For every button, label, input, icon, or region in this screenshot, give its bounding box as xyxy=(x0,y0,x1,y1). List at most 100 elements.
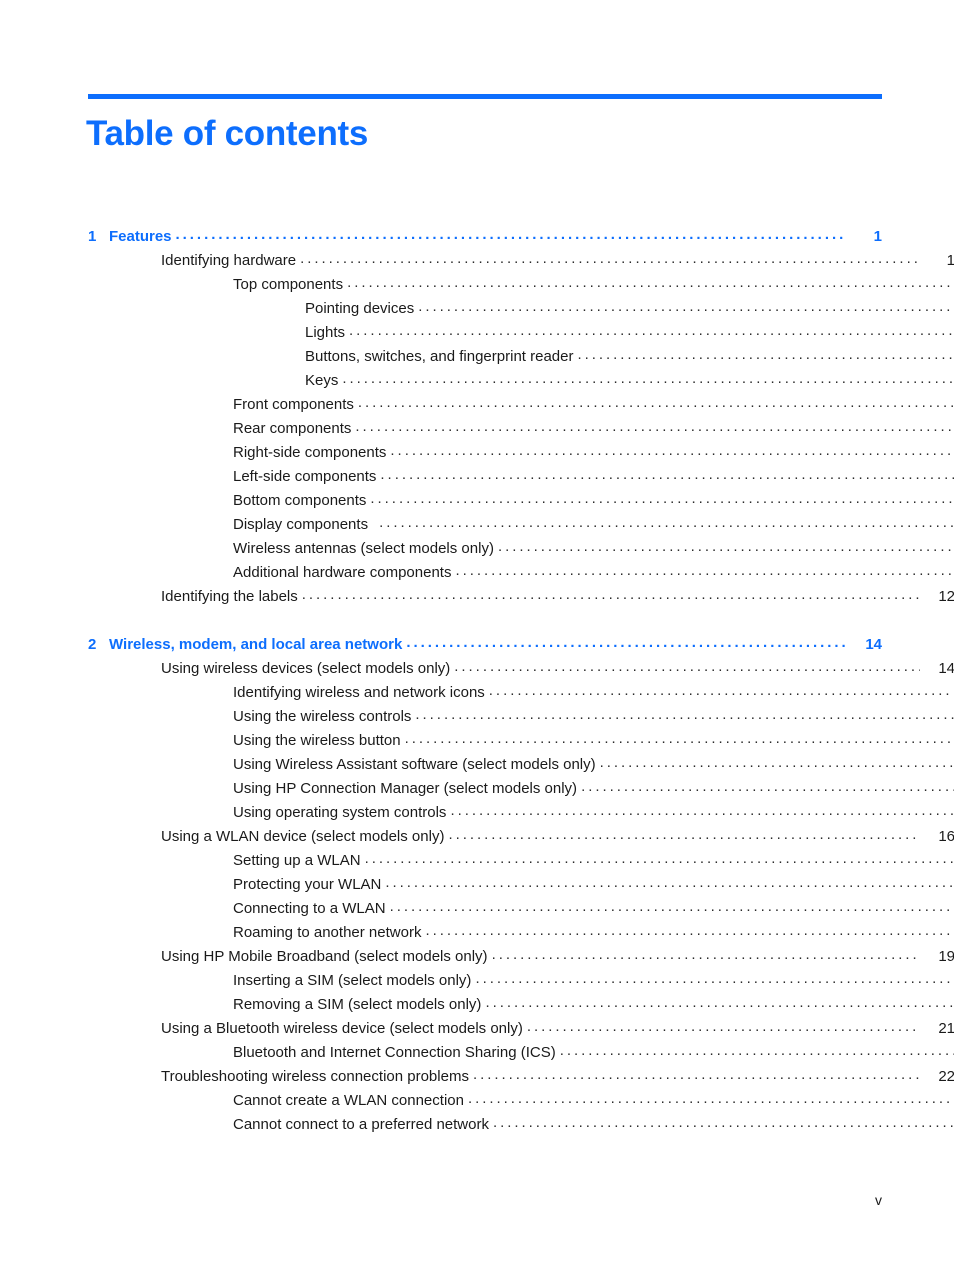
toc-dot-leader xyxy=(600,754,954,769)
toc-page-number: 22 xyxy=(938,1068,954,1085)
toc-entry-row[interactable]: Removing a SIM (select models only)20 xyxy=(88,994,954,1018)
toc-page-number: 16 xyxy=(938,828,954,845)
toc-entry-label: Buttons, switches, and fingerprint reade… xyxy=(305,348,574,365)
toc-entry-row[interactable]: Troubleshooting wireless connection prob… xyxy=(88,1066,954,1090)
toc-dot-leader xyxy=(406,634,847,649)
toc-entry-row[interactable]: Rear components8 xyxy=(88,418,954,442)
toc-entry-label: Roaming to another network xyxy=(233,924,422,941)
page-folio: v xyxy=(875,1192,882,1208)
toc-dot-leader xyxy=(176,226,847,241)
toc-entry-row[interactable]: Lights2 xyxy=(88,322,954,346)
toc-dot-leader xyxy=(380,466,954,481)
toc-dot-leader xyxy=(581,778,954,793)
toc-page-number: 1 xyxy=(873,228,882,245)
toc-entry-row[interactable]: Using a WLAN device (select models only)… xyxy=(88,826,954,850)
toc-dot-leader xyxy=(485,994,954,1009)
toc-dot-leader xyxy=(342,370,954,385)
toc-dot-leader xyxy=(489,682,954,697)
toc-entry-label: Cannot connect to a preferred network xyxy=(233,1116,489,1133)
toc-entry-row[interactable]: Left-side components8 xyxy=(88,466,954,490)
toc-page-number: 14 xyxy=(865,636,882,653)
toc-entry-label: Using operating system controls xyxy=(233,804,447,821)
toc-entry-row[interactable]: Using a Bluetooth wireless device (selec… xyxy=(88,1018,954,1042)
toc-dot-leader xyxy=(300,250,920,265)
toc-entry-row[interactable]: Display components10 xyxy=(88,514,954,538)
toc-dot-leader xyxy=(454,658,920,673)
toc-dot-leader xyxy=(450,802,954,817)
toc-entry-label: Cannot create a WLAN connection xyxy=(233,1092,464,1109)
toc-dot-leader xyxy=(349,322,954,337)
toc-entry-row[interactable]: Inserting a SIM (select models only)19 xyxy=(88,970,954,994)
toc-dot-leader xyxy=(358,394,954,409)
toc-entry-row[interactable]: Bottom components9 xyxy=(88,490,954,514)
toc-page-number: 12 xyxy=(938,588,954,605)
toc-dot-leader xyxy=(577,346,954,361)
toc-dot-leader xyxy=(385,874,954,889)
toc-page-number: 21 xyxy=(938,1020,954,1037)
toc-entry-row[interactable]: Using Wireless Assistant software (selec… xyxy=(88,754,954,778)
toc-dot-leader xyxy=(425,922,954,937)
toc-entry-row[interactable]: Right-side components8 xyxy=(88,442,954,466)
toc-entry-row[interactable]: Using wireless devices (select models on… xyxy=(88,658,954,682)
toc-entry-label: Identifying the labels xyxy=(161,588,298,605)
toc-chapter-number: 2 xyxy=(88,636,97,653)
toc-entry-row[interactable]: Using HP Mobile Broadband (select models… xyxy=(88,946,954,970)
toc-entry-row[interactable]: Top components1 xyxy=(88,274,954,298)
toc-entry-label: Using HP Mobile Broadband (select models… xyxy=(161,948,488,965)
toc-entry-row[interactable]: Cannot create a WLAN connection22 xyxy=(88,1090,954,1114)
toc-entry-label: Rear components xyxy=(233,420,352,437)
toc-entry-row[interactable]: Using the wireless button15 xyxy=(88,730,954,754)
toc-page: Table of contents 1Features1Identifying … xyxy=(0,0,954,1270)
toc-chapter-number: 1 xyxy=(88,228,97,245)
toc-entry-row[interactable]: Protecting your WLAN17 xyxy=(88,874,954,898)
toc-entry-label: Front components xyxy=(233,396,354,413)
toc-entry-label: Using Wireless Assistant software (selec… xyxy=(233,756,596,773)
toc-entry-row[interactable]: Additional hardware components12 xyxy=(88,562,954,586)
toc-entry-row[interactable]: Roaming to another network19 xyxy=(88,922,954,946)
toc-dot-leader xyxy=(527,1018,920,1033)
toc-entry-row[interactable]: Front components6 xyxy=(88,394,954,418)
toc-entry-row[interactable]: Wireless antennas (select models only)11 xyxy=(88,538,954,562)
header-rule xyxy=(88,94,882,99)
toc-dot-leader xyxy=(493,1114,954,1129)
toc-entry-label: Using wireless devices (select models on… xyxy=(161,660,451,677)
toc-entry-label: Using a WLAN device (select models only) xyxy=(161,828,445,845)
toc-entry-label: Keys xyxy=(305,372,339,389)
toc-entry-row[interactable]: Setting up a WLAN17 xyxy=(88,850,954,874)
toc-entry-row[interactable]: Buttons, switches, and fingerprint reade… xyxy=(88,346,954,370)
toc-entry-row[interactable]: Identifying the labels 12 xyxy=(88,586,954,610)
toc-dot-leader xyxy=(418,298,954,313)
toc-page-number: 1 xyxy=(946,252,954,269)
toc-entry-label: Top components xyxy=(233,276,344,293)
toc-entry-row[interactable]: Using HP Connection Manager (select mode… xyxy=(88,778,954,802)
toc-entry-label: Using a Bluetooth wireless device (selec… xyxy=(161,1020,523,1037)
toc-dot-leader xyxy=(475,970,954,985)
toc-dot-leader xyxy=(448,826,920,841)
toc-dot-leader xyxy=(365,850,954,865)
toc-dot-leader xyxy=(390,442,954,457)
toc-dot-leader xyxy=(415,706,954,721)
toc-entry-label: Bottom components xyxy=(233,492,367,509)
toc-entry-label: Setting up a WLAN xyxy=(233,852,361,869)
toc-entry-row[interactable]: Using operating system controls16 xyxy=(88,802,954,826)
toc-chapter-row[interactable]: 1 Features 1 xyxy=(88,226,882,250)
toc-dot-leader xyxy=(390,898,954,913)
toc-entry-label: Identifying hardware xyxy=(161,252,297,269)
toc-entry-label: Features xyxy=(109,228,172,245)
toc-dot-leader xyxy=(355,418,954,433)
toc-entry-row[interactable]: Connecting to a WLAN18 xyxy=(88,898,954,922)
toc-entry-row[interactable]: Using the wireless controls15 xyxy=(88,706,954,730)
toc-entry-row[interactable]: Cannot connect to a preferred network22 xyxy=(88,1114,954,1138)
toc-entry-row[interactable]: Pointing devices1 xyxy=(88,298,954,322)
toc-entry-row[interactable]: Bluetooth and Internet Connection Sharin… xyxy=(88,1042,954,1066)
toc-entry-label: Wireless, modem, and local area network xyxy=(109,636,403,653)
toc-entry-label: Troubleshooting wireless connection prob… xyxy=(161,1068,469,1085)
toc-chapter-row[interactable]: 2 Wireless, modem, and local area network… xyxy=(88,634,882,658)
toc-entry-label: Connecting to a WLAN xyxy=(233,900,386,917)
toc-entry-row[interactable]: Identifying hardware 1 xyxy=(88,250,954,274)
toc-entry-label: Using HP Connection Manager (select mode… xyxy=(233,780,578,797)
toc-entry-row[interactable]: Keys6 xyxy=(88,370,954,394)
toc-entry-row[interactable]: Identifying wireless and network icons14 xyxy=(88,682,954,706)
toc-dot-leader xyxy=(370,490,954,505)
toc-dot-leader xyxy=(347,274,954,289)
